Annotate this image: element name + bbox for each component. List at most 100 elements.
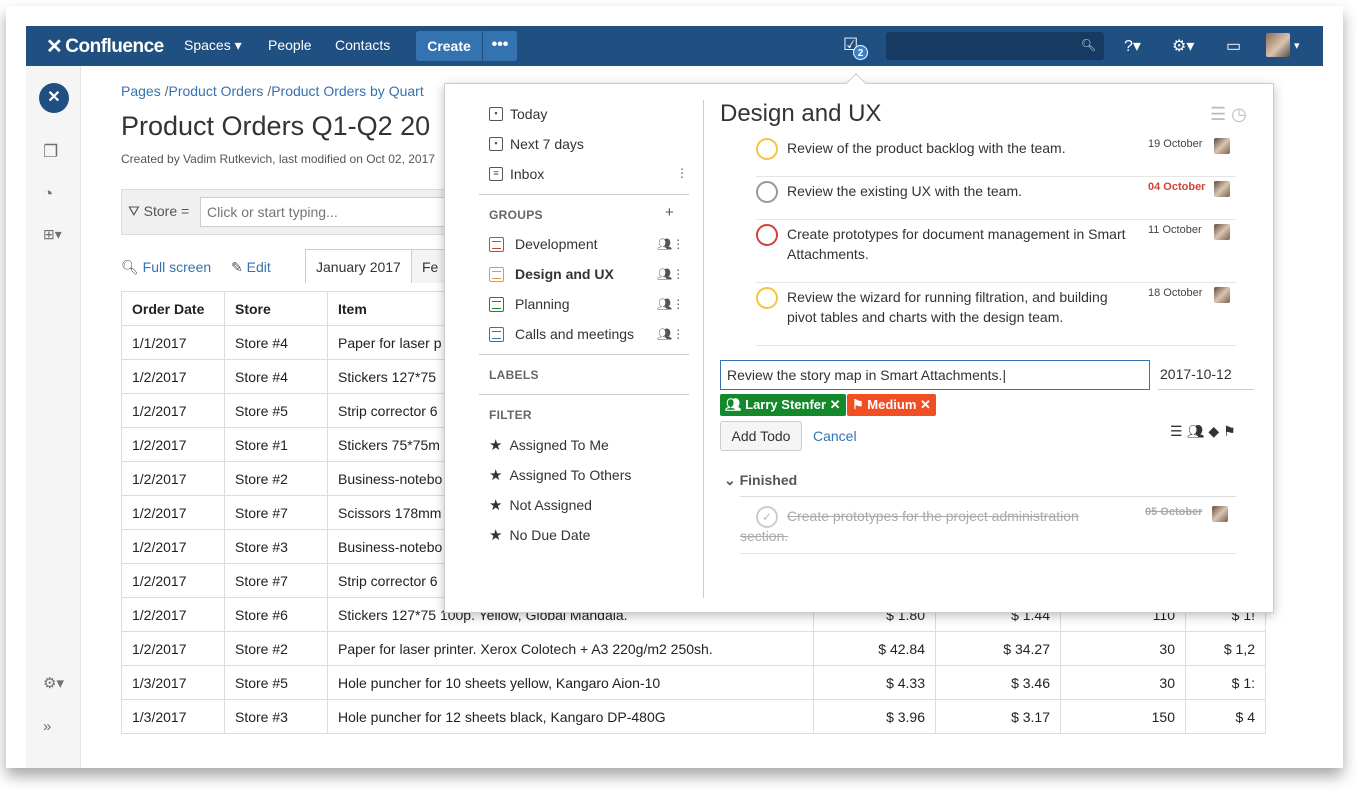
table-row: 1/3/2017 Store #3 Hole puncher for 12 shee… <box>121 699 1266 734</box>
breadcrumb-product-orders[interactable]: Product Orders <box>168 83 263 99</box>
group-members-menu-icon[interactable]: 👥︎⋮ <box>657 267 684 281</box>
filter-label: Assigned To Me <box>509 437 609 453</box>
inbox-menu-icon[interactable]: ⋮ <box>676 166 688 180</box>
nav-spaces[interactable]: Spaces ▾ <box>184 37 242 54</box>
nav-today[interactable]: ▪ Today <box>489 106 547 122</box>
group-item[interactable]: Calls and meetings <box>489 326 634 342</box>
table-cell: 1/2/2017 <box>121 495 225 530</box>
task-item[interactable]: Create prototypes for document managemen… <box>756 220 1236 283</box>
table-cell: 1/2/2017 <box>121 393 225 428</box>
assign-icon[interactable]: 👥︎ <box>1187 423 1209 439</box>
group-item[interactable]: Design and UX <box>489 266 614 282</box>
table-cell: Store #3 <box>224 699 328 734</box>
nav-next-7-days[interactable]: ▪ Next 7 days <box>489 136 584 152</box>
filter-item[interactable]: ★ Assigned To Others <box>489 466 631 484</box>
task-due-date: 11 October <box>1148 224 1202 236</box>
space-logo-icon[interactable]: ✕ <box>39 83 69 113</box>
table-cell: 1/2/2017 <box>121 427 225 462</box>
nav-people[interactable]: People <box>268 37 312 53</box>
confluence-logo[interactable]: ✕ Confluence <box>46 34 164 59</box>
table-cell: 1/2/2017 <box>121 631 225 666</box>
create-button[interactable]: Create <box>416 31 482 61</box>
tree-icon[interactable]: ⊞▾ <box>43 226 62 243</box>
column-header[interactable]: Store <box>224 291 328 326</box>
finished-task[interactable]: ✓ Create prototypes for the project admi… <box>740 502 1236 554</box>
pages-icon[interactable]: ❐ <box>43 142 58 162</box>
priority-tag[interactable]: ⚑ Medium ✕ <box>847 394 936 416</box>
filter-item[interactable]: ★ Not Assigned <box>489 496 592 514</box>
finished-task-due: 05 October <box>1145 506 1203 518</box>
user-avatar[interactable] <box>1266 33 1290 57</box>
page-title: Product Orders Q1-Q2 20 <box>121 111 431 141</box>
group-label: Planning <box>515 296 570 312</box>
table-cell: Hole puncher for 10 sheets yellow, Kanga… <box>327 665 814 700</box>
breadcrumb-product-orders-by-quarter[interactable]: Product Orders by Quart <box>271 83 424 99</box>
table-cell: Store #5 <box>224 665 328 700</box>
group-item[interactable]: Development <box>489 236 598 252</box>
group-label: Development <box>515 236 598 252</box>
feed-icon[interactable]: ◔ <box>43 184 53 204</box>
table-cell: 1/2/2017 <box>121 529 225 564</box>
label-tag-icon[interactable]: ◆ <box>1208 423 1223 439</box>
group-toolbar: ☰ ◷ <box>1210 104 1247 125</box>
cancel-link[interactable]: Cancel <box>813 428 857 444</box>
due-date-input[interactable]: 2017-10-12 <box>1158 360 1254 390</box>
task-text: Review the wizard for running filtration… <box>787 289 1108 325</box>
filter-item[interactable]: ★ Assigned To Me <box>489 436 609 454</box>
task-item[interactable]: Review of the product backlog with the t… <box>756 134 1236 177</box>
store-filter-input[interactable] <box>200 197 450 227</box>
star-icon: ★ <box>489 527 503 544</box>
priority-icon[interactable]: ⚑ <box>1223 423 1240 439</box>
group-members-menu-icon[interactable]: 👥︎⋮ <box>657 237 684 251</box>
search-input[interactable]: 🔍︎ <box>886 32 1104 60</box>
page-byline: Created by Vadim Rutkevich, last modifie… <box>121 152 435 166</box>
divider <box>479 194 689 195</box>
edit-link[interactable]: ✎ Edit <box>231 259 271 276</box>
group-members-menu-icon[interactable]: 👥︎⋮ <box>657 327 684 341</box>
finished-section-toggle[interactable]: ⌄ Finished <box>724 472 797 489</box>
help-icon[interactable]: ?▾ <box>1124 36 1141 56</box>
group-item[interactable]: Planning <box>489 296 570 312</box>
add-group-icon[interactable]: + <box>665 204 674 221</box>
nav-inbox[interactable]: ≡ Inbox <box>489 166 544 182</box>
filter-item[interactable]: ★ No Due Date <box>489 526 590 544</box>
table-cell: $ 1: <box>1185 665 1266 700</box>
assignee-avatar <box>1214 287 1230 303</box>
table-cell: 1/2/2017 <box>121 563 225 598</box>
add-todo-button[interactable]: Add Todo <box>720 421 802 451</box>
inbox-icon: ≡ <box>489 167 503 181</box>
divider <box>479 354 689 355</box>
task-item[interactable]: Review the wizard for running filtration… <box>756 283 1236 346</box>
full-screen-link[interactable]: 🔍︎ Full screen <box>121 259 211 276</box>
table-cell: Store #6 <box>224 597 328 632</box>
settings-icon[interactable]: ⚙▾ <box>43 674 64 692</box>
collapse-icon[interactable]: » <box>43 718 51 735</box>
new-todo-input[interactable]: Review the story map in Smart Attachment… <box>720 360 1150 390</box>
settings-gear-icon[interactable]: ⚙▾ <box>1172 36 1194 56</box>
column-header[interactable]: Order Date <box>121 291 225 326</box>
notifications-icon[interactable]: ▭ <box>1226 36 1241 56</box>
task-checkbox[interactable] <box>756 224 778 246</box>
star-icon: ★ <box>489 437 503 454</box>
table-row: 1/3/2017 Store #5 Hole puncher for 10 shee… <box>121 665 1266 700</box>
tab-january-2017[interactable]: January 2017 <box>305 249 412 283</box>
table-cell: $ 42.84 <box>813 631 936 666</box>
task-item[interactable]: Review the existing UX with the team. 04 … <box>756 177 1236 220</box>
todo-options: ☰👥︎◆⚑ <box>1170 423 1240 440</box>
confluence-logo-icon: ✕ <box>46 36 63 58</box>
nav-contacts[interactable]: Contacts <box>335 37 390 53</box>
list-icon[interactable]: ☰ <box>1170 423 1187 439</box>
task-checkbox[interactable] <box>756 181 778 203</box>
list-view-icon[interactable]: ☰ <box>1210 104 1226 124</box>
table-cell: $ 3.17 <box>935 699 1061 734</box>
profile-caret-icon[interactable]: ▾ <box>1294 39 1300 52</box>
breadcrumb-pages[interactable]: Pages <box>121 83 161 99</box>
more-create-button[interactable]: ••• <box>483 31 517 61</box>
task-checkbox[interactable] <box>756 138 778 160</box>
group-list-icon <box>489 326 504 342</box>
history-icon[interactable]: ◷ <box>1231 104 1247 124</box>
table-row: 1/2/2017 Store #2 Paper for laser printer.… <box>121 631 1266 666</box>
assignee-tag[interactable]: 👥︎ Larry Stenfer ✕ <box>720 394 846 416</box>
task-checkbox[interactable] <box>756 287 778 309</box>
group-members-menu-icon[interactable]: 👥︎⋮ <box>657 297 684 311</box>
